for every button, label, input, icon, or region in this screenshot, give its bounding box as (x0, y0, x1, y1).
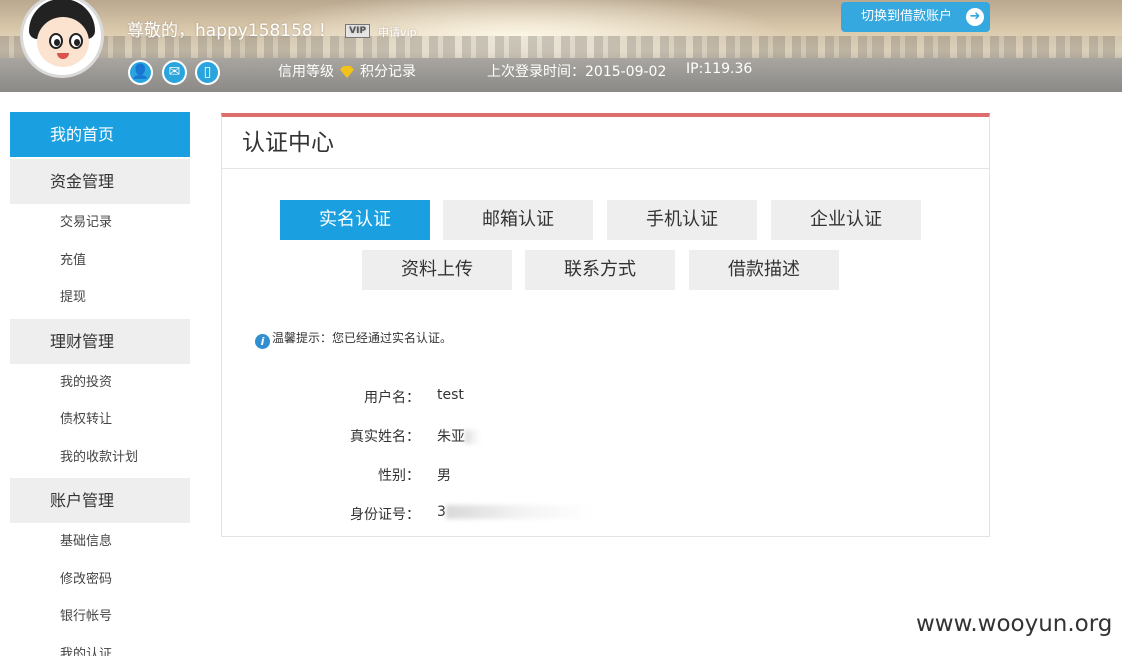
sidebar-item-basic-info[interactable]: 基础信息 (10, 523, 190, 561)
sidebar-item-transactions[interactable]: 交易记录 (10, 204, 190, 242)
mail-icon[interactable]: ✉ (162, 60, 187, 85)
tip-text: 温馨提示：您已经通过实名认证。 (272, 331, 453, 345)
user-icon[interactable]: 👤 (128, 60, 153, 85)
sidebar-item-bank-account[interactable]: 银行帐号 (10, 598, 190, 636)
username-label: 用户名： (364, 390, 420, 406)
vip-badge: VIP (345, 24, 371, 38)
sidebar-item-recharge[interactable]: 充值 (10, 242, 190, 280)
switch-button-label: 切换到借款账户 (861, 9, 953, 24)
tab-email[interactable]: 邮箱认证 (443, 200, 593, 240)
redaction-blur (445, 505, 591, 519)
tab-real-name[interactable]: 实名认证 (280, 200, 430, 240)
id-number-value: 3 (437, 504, 591, 520)
gender-value: 男 (437, 468, 451, 484)
tab-contact[interactable]: 联系方式 (525, 250, 675, 290)
sidebar-item-debt-transfer[interactable]: 债权转让 (10, 401, 190, 439)
mobile-icon[interactable]: ▯ (195, 60, 220, 85)
header-banner: 尊敬的，happy158158 ！ VIP 申请vip 👤 ✉ ▯ 信用等级 积分记录… (0, 0, 1122, 92)
last-login-time: 上次登录时间：2015-09-02 (487, 64, 667, 80)
apply-vip-link[interactable]: 申请vip (378, 26, 417, 39)
sidebar-group-finance[interactable]: 理财管理 (10, 318, 190, 364)
sidebar-item-my-investments[interactable]: 我的投资 (10, 364, 190, 402)
arrow-right-icon: ➜ (966, 8, 984, 26)
watermark: www.wooyun.org (916, 611, 1113, 637)
info-icon: i (255, 334, 270, 349)
username-value: test (437, 387, 464, 403)
sidebar-item-collection-plan[interactable]: 我的收款计划 (10, 439, 190, 477)
verification-center-panel: 认证中心 实名认证 邮箱认证 手机认证 企业认证 资料上传 联系方式 借款描述 … (221, 113, 990, 537)
real-name-label: 真实姓名： (350, 429, 420, 445)
page-title: 认证中心 (222, 117, 989, 169)
id-number-label: 身份证号： (350, 507, 420, 523)
tab-upload-documents[interactable]: 资料上传 (362, 250, 512, 290)
real-name-value: 朱亚 (437, 426, 481, 446)
credit-level-label: 信用等级 (278, 64, 334, 80)
login-ip: IP:119.36 (686, 61, 753, 77)
diamond-icon (340, 66, 354, 78)
sidebar-item-home[interactable]: 我的首页 (10, 112, 190, 157)
tab-enterprise[interactable]: 企业认证 (771, 200, 921, 240)
points-record-link[interactable]: 积分记录 (360, 64, 416, 80)
user-greeting: 尊敬的，happy158158 ！ VIP 申请vip (127, 16, 417, 41)
id-number-text: 3 (437, 504, 446, 520)
greeting-text: 尊敬的，happy158158 ！ (127, 21, 336, 41)
verification-tip: i 温馨提示：您已经通过实名认证。 (255, 329, 452, 349)
gender-label: 性别： (378, 468, 420, 484)
sidebar-group-account[interactable]: 账户管理 (10, 478, 190, 523)
redaction-blur (465, 430, 481, 444)
sidebar-group-funds[interactable]: 资金管理 (10, 159, 190, 204)
avatar-eye-right (69, 33, 83, 49)
avatar-eye-left (49, 33, 63, 49)
sidebar-item-change-password[interactable]: 修改密码 (10, 561, 190, 599)
sidebar-item-withdraw[interactable]: 提现 (10, 279, 190, 317)
switch-to-borrow-account-button[interactable]: 切换到借款账户 ➜ (841, 2, 990, 32)
tab-phone[interactable]: 手机认证 (607, 200, 757, 240)
tab-loan-description[interactable]: 借款描述 (689, 250, 839, 290)
credit-level[interactable]: 信用等级 积分记录 (278, 61, 416, 81)
real-name-text: 朱亚 (437, 429, 465, 445)
sidebar-nav: 我的首页 资金管理 交易记录 充值 提现 理财管理 我的投资 债权转让 我的收款… (10, 112, 190, 656)
